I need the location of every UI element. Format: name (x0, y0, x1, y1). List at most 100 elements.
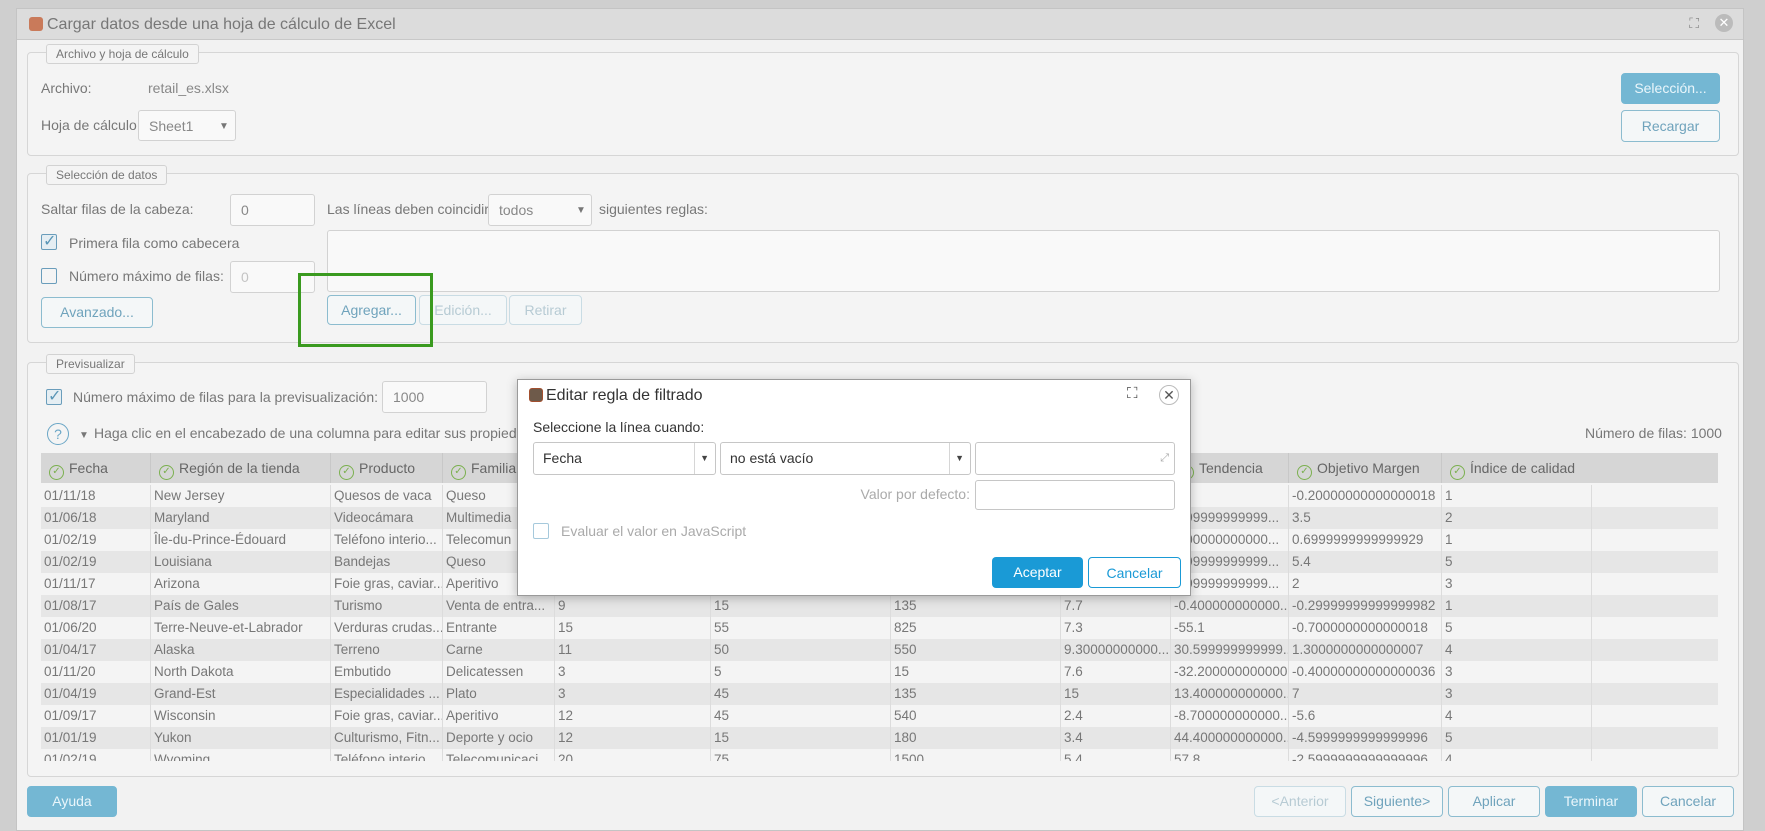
table-cell: 3 (1442, 683, 1592, 705)
column-header-indice-calidad[interactable]: ✓ Índice de calidad (1442, 453, 1592, 483)
column-header-region[interactable]: ✓ Región de la tienda (151, 453, 331, 483)
next-button[interactable]: Siguiente> (1351, 786, 1443, 817)
table-row[interactable]: 01/11/20 North Dakota Embutido Delicatessen… (41, 661, 1718, 683)
maximize-icon[interactable]: ⛶ (1689, 15, 1699, 32)
table-cell: 2 (1289, 573, 1442, 595)
table-cell: 01/02/19 (41, 749, 151, 761)
table-cell: Plato (443, 683, 555, 705)
table-cell: 01/11/17 (41, 573, 151, 595)
column-header-fecha[interactable]: ✓ Fecha (41, 453, 151, 483)
table-cell: 01/11/20 (41, 661, 151, 683)
max-preview-checkbox[interactable] (46, 386, 62, 406)
table-cell: 01/11/18 (41, 485, 151, 507)
table-cell: 7.3 (1061, 617, 1171, 639)
reload-button[interactable]: Recargar (1621, 110, 1720, 142)
table-cell: Foie gras, caviar... (331, 705, 443, 727)
table-cell: 5 (1442, 617, 1592, 639)
table-row[interactable]: 01/01/19 Yukon Culturismo, Fitn... Deporte … (41, 727, 1718, 749)
first-row-header-checkbox[interactable] (41, 231, 57, 251)
table-cell: 01/01/19 (41, 727, 151, 749)
preview-group-legend: Previsualizar (46, 354, 135, 374)
table-cell: 01/04/19 (41, 683, 151, 705)
table-cell: 5 (1442, 727, 1592, 749)
table-cell: -5.6 (1289, 705, 1442, 727)
table-cell: -0.20000000000000018 (1289, 485, 1442, 507)
table-cell: 1 (1442, 595, 1592, 617)
check-circle-icon: ✓ (1450, 465, 1465, 480)
table-cell: 01/08/17 (41, 595, 151, 617)
max-rows-value: 0 (241, 269, 249, 285)
table-cell: Wisconsin (151, 705, 331, 727)
table-cell: 75 (711, 749, 891, 761)
table-cell: Culturismo, Fitn... (331, 727, 443, 749)
table-row[interactable]: 01/09/17 Wisconsin Foie gras, caviar... Ape… (41, 705, 1718, 727)
table-cell: Foie gras, caviar... (331, 573, 443, 595)
selection-group-legend: Selección de datos (46, 165, 168, 185)
table-cell: Grand-Est (151, 683, 331, 705)
apply-button[interactable]: Aplicar (1448, 786, 1540, 817)
table-cell: 12 (555, 727, 711, 749)
table-cell: 3 (555, 683, 711, 705)
table-row[interactable]: 01/06/20 Terre-Neuve-et-Labrador Verduras … (41, 617, 1718, 639)
column-header-producto[interactable]: ✓ Producto (331, 453, 443, 483)
file-path-field[interactable]: retail_es.xlsx (138, 73, 1618, 105)
table-cell: 550 (891, 639, 1061, 661)
dialog-cancel-button[interactable]: Cancelar (1088, 557, 1181, 588)
default-value-input[interactable] (975, 480, 1175, 510)
file-group-legend: Archivo y hoja de cálculo (46, 44, 199, 64)
max-preview-stepper[interactable]: 1000 (382, 381, 487, 413)
table-cell: 15 (711, 595, 891, 617)
table-row[interactable]: 01/04/17 Alaska Terreno Carne 11 50 550 9.30000… (41, 639, 1718, 661)
table-cell: 01/02/19 (41, 551, 151, 573)
help-circle-icon[interactable]: ? (47, 423, 69, 445)
rules-list[interactable] (327, 230, 1720, 292)
table-cell: 15 (1061, 683, 1171, 705)
column-header-objetivo-margen[interactable]: ✓ Objetivo Margen (1289, 453, 1442, 483)
condition-select-value: no está vacío (730, 450, 814, 466)
table-cell: 4 (1442, 705, 1592, 727)
table-cell: 5 (1442, 551, 1592, 573)
advanced-button[interactable]: Avanzado... (41, 297, 153, 328)
table-cell: Alaska (151, 639, 331, 661)
table-cell: 180 (891, 727, 1061, 749)
wizard-cancel-button[interactable]: Cancelar (1642, 786, 1734, 817)
column-select[interactable]: Fecha ▼ (533, 442, 716, 475)
expand-arrow-icon[interactable]: ▼ (79, 430, 89, 441)
table-cell: Venta de entra... (443, 595, 555, 617)
table-row[interactable]: 01/04/19 Grand-Est Especialidades ... Plato… (41, 683, 1718, 705)
accept-button[interactable]: Aceptar (992, 557, 1083, 588)
max-preview-label: Número máximo de filas para la previsual… (73, 389, 379, 405)
table-cell: -0.7000000000000018 (1289, 617, 1442, 639)
finish-button[interactable]: Terminar (1545, 786, 1637, 817)
skip-rows-stepper[interactable]: 0 (230, 194, 315, 226)
table-cell: 7.7 (1061, 595, 1171, 617)
chevron-down-icon: ▼ (700, 453, 709, 463)
previous-button[interactable]: <Anterior (1254, 786, 1346, 817)
table-cell: Especialidades ... (331, 683, 443, 705)
table-cell: -4.5999999999999996 (1289, 727, 1442, 749)
rules-label: siguientes reglas: (599, 201, 708, 217)
javascript-checkbox[interactable] (533, 523, 549, 539)
table-row[interactable]: 01/08/17 País de Gales Turismo Venta de ent… (41, 595, 1718, 617)
max-rows-label: Número máximo de filas: (69, 268, 224, 284)
table-cell: 12 (555, 705, 711, 727)
max-rows-checkbox[interactable] (41, 268, 57, 284)
table-cell: Bandejas (331, 551, 443, 573)
remove-rule-button[interactable]: Retirar (509, 295, 582, 325)
close-icon[interactable]: ✕ (1715, 14, 1733, 32)
table-cell: 01/02/19 (41, 529, 151, 551)
help-button[interactable]: Ayuda (27, 786, 117, 817)
close-icon[interactable]: ✕ (1159, 385, 1179, 405)
condition-select[interactable]: no está vacío ▼ (720, 442, 971, 475)
select-file-button[interactable]: Selección... (1621, 73, 1720, 104)
table-row[interactable]: 01/02/19 Wyoming Teléfono interio... Teleco… (41, 749, 1718, 761)
table-cell: 135 (891, 595, 1061, 617)
table-cell: 2.4 (1061, 705, 1171, 727)
value-input[interactable]: ⤢ (975, 442, 1175, 475)
table-cell: 1 (1442, 529, 1592, 551)
expand-editor-icon[interactable]: ⤢ (1160, 443, 1169, 474)
wizard-title: Cargar datos desde una hoja de cálculo d… (47, 16, 396, 33)
maximize-icon[interactable]: ⛶ (1127, 385, 1138, 402)
table-cell: 01/04/17 (41, 639, 151, 661)
table-cell: Carne (443, 639, 555, 661)
